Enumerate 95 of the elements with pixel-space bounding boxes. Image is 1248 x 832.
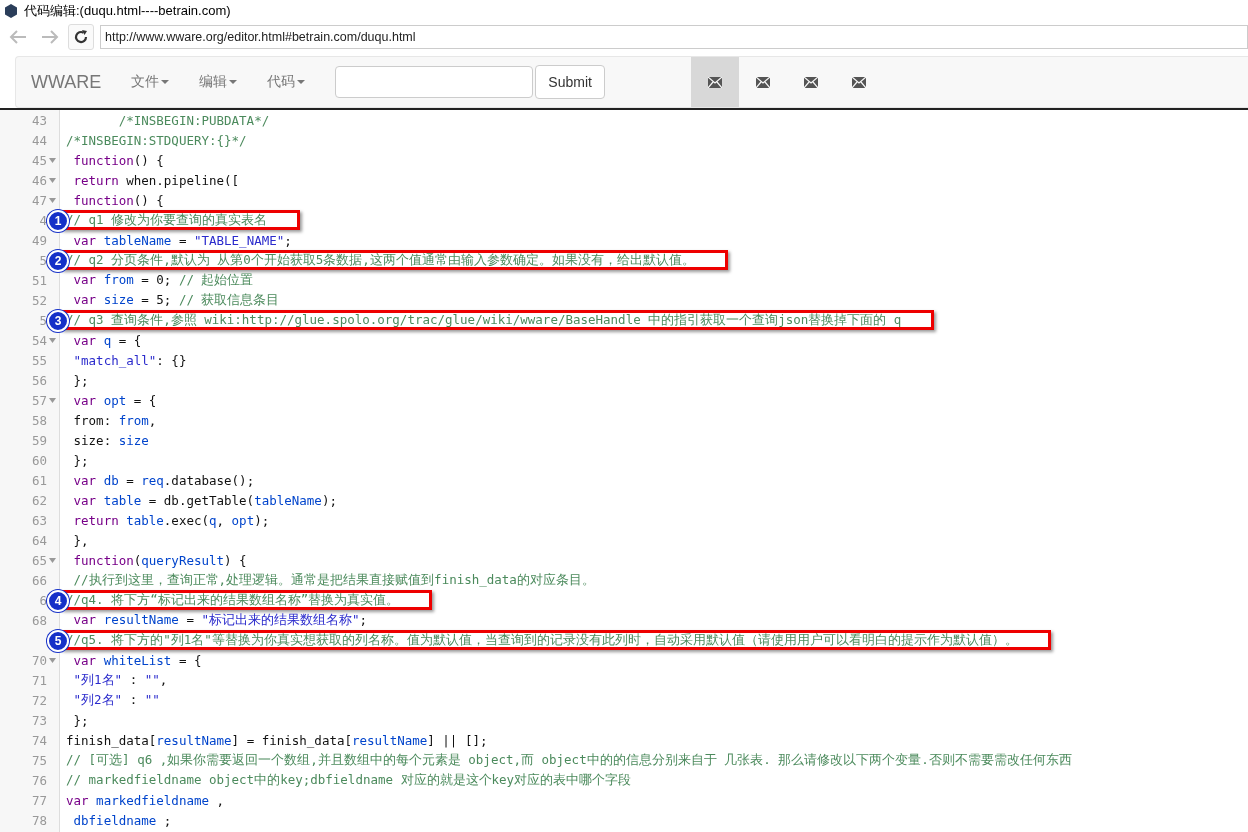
code-line: var from = 0; // 起始位置 [72,271,254,289]
app-icon [4,4,18,18]
line-number: 45 [31,152,48,168]
code-line: var q = { [72,332,142,348]
reload-button[interactable] [68,24,94,50]
fold-arrow-icon[interactable] [49,157,56,163]
line-number: 47 [31,192,48,208]
brand-link[interactable]: WWARE [16,71,117,93]
fold-arrow-icon[interactable] [49,177,56,183]
code-line: dbfieldname ; [72,812,172,828]
line-number: 78 [31,812,48,828]
line-number: 75 [31,752,48,768]
line-number: 49 [31,232,48,248]
envelope-icon [851,76,866,88]
step-marker: 3 [47,310,69,332]
window-title: 代码编辑:(duqu.html----betrain.com) [24,2,231,20]
code-line: function() { [72,192,164,208]
line-number: 55 [31,352,48,368]
submit-button[interactable]: Submit [535,65,605,99]
line-number: 60 [31,452,48,468]
envelope-icon [755,76,770,88]
code-line: size: size [72,432,149,448]
code-line: var whiteList = { [72,652,202,668]
line-number: 72 [31,692,48,708]
menu-dropdown[interactable]: 文件 [116,57,185,107]
line-number: 62 [31,492,48,508]
reload-icon [74,30,88,44]
menu-dropdown[interactable]: 编辑 [184,57,253,107]
right-arrow-icon [41,30,59,44]
line-number: 44 [31,132,48,148]
code-line: /*INSBEGIN:STDQUERY:{}*/ [66,132,247,148]
envelope-icon [707,76,722,88]
line-number: 70 [31,652,48,668]
code-line: "列1名" : "", [72,671,168,689]
code-line: var resultName = "标记出来的结果数组名称"; [72,611,368,629]
code-line: var table = db.getTable(tableName); [72,492,337,508]
step-marker: 5 [47,630,69,652]
line-number: 57 [31,392,48,408]
code-line: finish_data[resultName] = finish_data[resultName] || []; [66,732,488,748]
code-line: /*INSBEGIN:PUBDATA*/ [117,112,270,128]
code-line: "match_all": {} [72,352,187,368]
line-number: 43 [31,112,48,128]
fold-arrow-icon[interactable] [49,337,56,343]
line-number: 61 [31,472,48,488]
line-number: 76 [31,772,48,788]
code-line: var size = 5; // 获取信息条目 [72,291,280,309]
mail-tab[interactable] [690,57,739,107]
code-line: from: from, [72,412,157,428]
step-marker: 4 [47,590,69,612]
line-number: 56 [31,372,48,388]
code-line: }, [72,532,89,548]
code-line: var opt = { [72,392,157,408]
line-number: 63 [31,512,48,528]
code-line: }; [72,712,89,728]
code-line: return when.pipeline([ [72,172,240,188]
address-bar[interactable]: http://www.wware.org/editor.html#betrain.com/duqu.html [100,25,1248,49]
code-line: }; [72,372,89,388]
fold-arrow-icon[interactable] [49,657,56,663]
line-number: 6 [39,592,48,608]
line-number: 68 [31,612,48,628]
code-line: return table.exec(q, opt); [72,512,270,528]
code-line: // markedfieldname object中的key;dbfieldname 对应的就是这个key对应的表中哪个字段 [66,771,632,789]
line-number: 73 [31,712,48,728]
fold-arrow-icon[interactable] [49,557,56,563]
line-number: 5 [39,252,48,268]
code-line: var db = req.database(); [72,472,255,488]
code-line: //执行到这里，查询正常,处理逻辑。通常是把结果直接赋值到finish_data的对应条目。 [72,571,595,589]
line-number: 74 [31,732,48,748]
step-marker: 2 [47,250,69,272]
line-number: 51 [31,272,48,288]
code-line: var tableName = "TABLE_NAME"; [72,232,292,248]
search-field[interactable] [335,66,534,98]
envelope-icon [803,76,818,88]
step-marker: 1 [47,210,69,232]
line-number: 58 [31,412,48,428]
line-number: 59 [31,432,48,448]
code-line: function(queryResult) { [72,552,247,568]
line-number: 5 [39,312,48,328]
code-line: }; [72,452,89,468]
code-line: "列2名" : "" [72,691,160,709]
fold-arrow-icon[interactable] [49,197,56,203]
left-arrow-icon [9,30,27,44]
line-number: 64 [31,532,48,548]
code-line: var markedfieldname , [66,792,225,808]
fold-arrow-icon[interactable] [49,397,56,403]
line-number: 46 [31,172,48,188]
line-number: 77 [31,792,48,808]
line-number: 66 [31,572,48,588]
code-line: function() { [72,152,164,168]
line-number: 71 [31,672,48,688]
menu-dropdown[interactable]: 代码 [252,57,321,107]
line-number: 65 [31,552,48,568]
line-number: 54 [31,332,48,348]
code-line: // [可选] q6 ,如果你需要返回一个数组,并且数组中的每个元素是 object,而 object中的的信息分别来自于 几张表. 那么请修改以下两个变量.否则不需要需改任何东西 [66,751,1072,769]
line-number: 52 [31,292,48,308]
